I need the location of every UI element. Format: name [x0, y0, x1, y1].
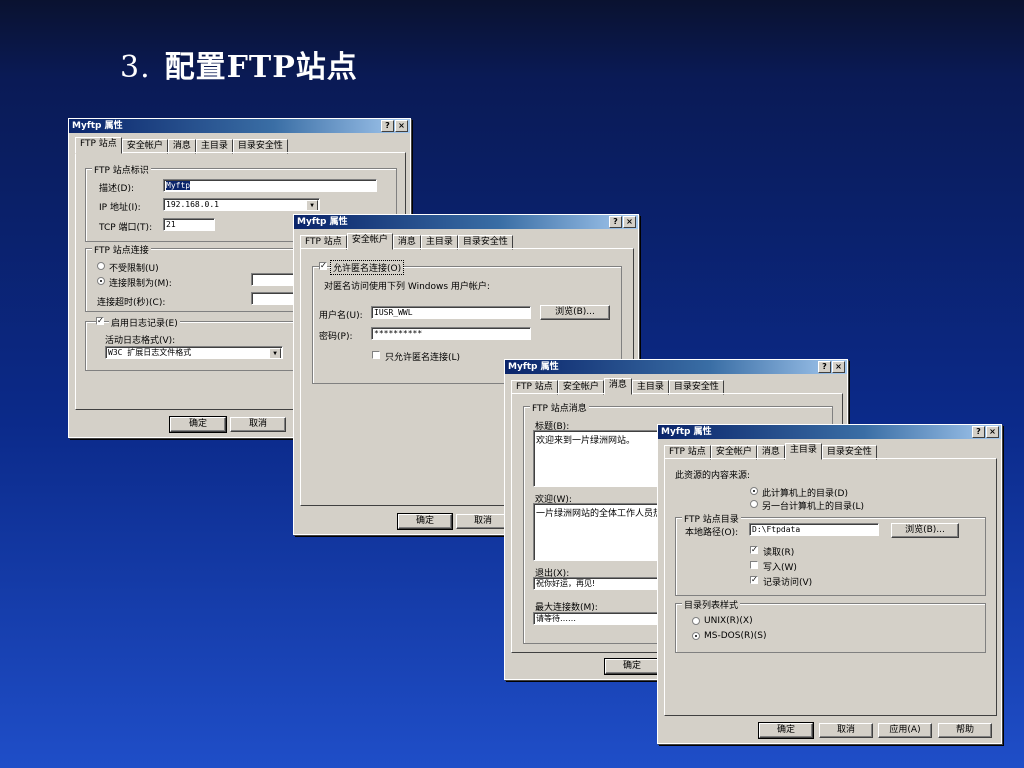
group-label: FTP 站点目录: [682, 512, 741, 525]
cancel-button[interactable]: 取消: [819, 723, 873, 738]
chevron-down-icon[interactable]: ▼: [269, 348, 281, 358]
write-checkbox[interactable]: [750, 561, 758, 569]
enable-logging-label: 启用日志记录(E): [109, 316, 180, 329]
tab-strip: FTP 站点 安全帐户 消息 主目录 目录安全性: [664, 443, 877, 460]
unix-label: UNIX(R)(X): [704, 616, 753, 626]
cancel-button[interactable]: 取消: [230, 417, 286, 432]
ip-address-label: IP 地址(I):: [99, 203, 141, 213]
close-icon[interactable]: ×: [623, 216, 636, 228]
dialog-titlebar: Myftp 属性 ? ×: [505, 360, 847, 374]
username-label: 用户名(U):: [319, 311, 363, 321]
ip-address-select[interactable]: 192.168.0.1 ▼: [163, 198, 320, 211]
read-label: 读取(R): [763, 548, 795, 558]
group-label: 目录列表样式: [682, 598, 741, 611]
log-format-label: 活动日志格式(V):: [105, 336, 176, 346]
close-icon[interactable]: ×: [395, 120, 408, 132]
dialog-titlebar: Myftp 属性 ? ×: [294, 215, 638, 229]
chevron-down-icon[interactable]: ▼: [306, 200, 318, 210]
group-directory-listing: 目录列表样式: [675, 598, 986, 653]
tcp-port-label: TCP 端口(T):: [99, 223, 153, 233]
dialog-home-directory: Myftp 属性 ? × FTP 站点 安全帐户 消息 主目录 目录安全性 此资源…: [657, 424, 1002, 744]
ok-button[interactable]: 确定: [397, 513, 453, 530]
local-path-field[interactable]: D:\Ftpdata: [749, 523, 879, 536]
content-source-label: 此资源的内容来源:: [675, 471, 751, 481]
group-label: FTP 站点消息: [530, 401, 589, 414]
anonymous-description: 对匿名访问使用下列 Windows 用户帐户:: [324, 282, 490, 292]
ok-button[interactable]: 确定: [169, 416, 227, 433]
only-anonymous-checkbox[interactable]: [372, 351, 380, 359]
log-format-select[interactable]: W3C 扩展日志文件格式 ▼: [105, 346, 283, 359]
help-button[interactable]: 帮助: [938, 723, 992, 738]
ok-button[interactable]: 确定: [758, 722, 814, 739]
apply-button[interactable]: 应用(A): [878, 723, 932, 738]
msdos-radio[interactable]: [692, 632, 700, 640]
dialog-title: Myftp 属性: [661, 427, 712, 437]
help-icon[interactable]: ?: [381, 120, 394, 132]
tab-strip: FTP 站点 安全帐户 消息 主目录 目录安全性: [75, 137, 288, 154]
local-directory-radio[interactable]: [750, 487, 758, 495]
tab-messages[interactable]: 消息: [603, 378, 632, 395]
dialog-title: Myftp 属性: [297, 217, 348, 227]
timeout-label: 连接超时(秒)(C):: [97, 298, 166, 308]
slide-number: 3.: [120, 50, 151, 85]
remote-directory-label: 另一台计算机上的目录(L): [762, 502, 865, 512]
msdos-label: MS-DOS(R)(S): [704, 631, 767, 641]
remote-directory-radio[interactable]: [750, 500, 758, 508]
tab-strip: FTP 站点 安全帐户 消息 主目录 目录安全性: [300, 233, 513, 250]
limited-label: 连接限制为(M):: [109, 279, 172, 289]
dialog-titlebar: Myftp 属性 ? ×: [69, 119, 410, 133]
only-anonymous-label: 只允许匿名连接(L): [385, 353, 461, 363]
dialog-titlebar: Myftp 属性 ? ×: [658, 425, 1001, 439]
slide-heading: 配置FTP站点: [164, 50, 358, 85]
local-path-label: 本地路径(O):: [685, 528, 739, 538]
help-icon[interactable]: ?: [609, 216, 622, 228]
description-label: 描述(D):: [99, 184, 134, 194]
tab-home-directory[interactable]: 主目录: [784, 443, 822, 460]
password-field[interactable]: **********: [371, 327, 531, 340]
username-field[interactable]: IUSR_WWL: [371, 306, 531, 319]
unlimited-radio[interactable]: [97, 262, 105, 270]
unix-radio[interactable]: [692, 617, 700, 625]
dialog-title: Myftp 属性: [72, 121, 123, 131]
log-visits-checkbox[interactable]: ✓: [750, 576, 758, 584]
description-field[interactable]: Myftp: [163, 179, 377, 192]
tab-strip: FTP 站点 安全帐户 消息 主目录 目录安全性: [511, 378, 724, 395]
limited-radio[interactable]: [97, 277, 105, 285]
help-icon[interactable]: ?: [972, 426, 985, 438]
password-label: 密码(P):: [319, 332, 353, 342]
dialog-title: Myftp 属性: [508, 362, 559, 372]
allow-anonymous-label: 允许匿名连接(O): [329, 260, 405, 275]
close-icon[interactable]: ×: [986, 426, 999, 438]
browse-button[interactable]: 浏览(B)...: [891, 523, 959, 538]
cancel-button[interactable]: 取消: [456, 514, 510, 529]
group-label: FTP 站点标识: [92, 163, 151, 176]
close-icon[interactable]: ×: [832, 361, 845, 373]
tab-security-accounts[interactable]: 安全帐户: [346, 233, 393, 250]
tcp-port-field[interactable]: 21: [163, 218, 215, 231]
group-label: FTP 站点连接: [92, 243, 151, 256]
help-icon[interactable]: ?: [818, 361, 831, 373]
browse-button[interactable]: 浏览(B)...: [540, 305, 610, 320]
enable-logging-checkbox[interactable]: ✓: [96, 317, 104, 325]
read-checkbox[interactable]: ✓: [750, 546, 758, 554]
tab-ftp-site[interactable]: FTP 站点: [75, 137, 122, 154]
log-visits-label: 记录访问(V): [763, 578, 813, 588]
local-directory-label: 此计算机上的目录(D): [762, 489, 848, 499]
ok-button[interactable]: 确定: [604, 658, 660, 675]
allow-anonymous-checkbox[interactable]: ✓: [319, 262, 327, 270]
write-label: 写入(W): [763, 563, 797, 573]
unlimited-label: 不受限制(U): [109, 264, 159, 274]
slide-title: 3. 配置FTP站点: [120, 42, 358, 86]
